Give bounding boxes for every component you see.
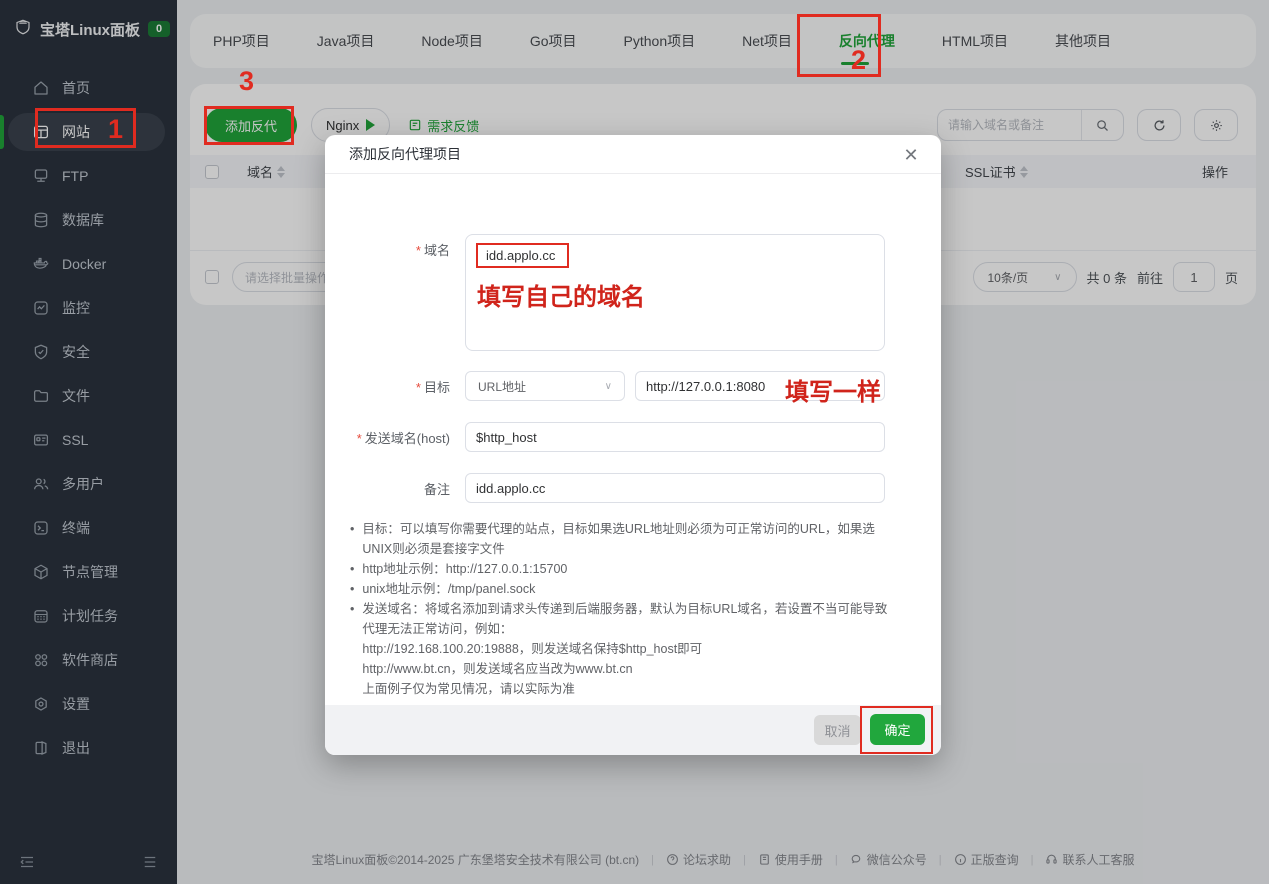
annotation-domain-note: 填写自己的域名 bbox=[477, 277, 645, 312]
help-item: •http地址示例：http://127.0.0.1:15700 bbox=[350, 559, 895, 579]
domain-value-annotated: idd.applo.cc bbox=[476, 243, 569, 268]
target-field-label: *目标 bbox=[325, 377, 450, 396]
modal-body: *域名 idd.applo.cc 填写自己的域名 *目标 URL地址 ∨ 填写一… bbox=[325, 174, 941, 605]
help-item: •目标：可以填写你需要代理的站点，目标如果选URL地址则必须为可正常访问的URL… bbox=[350, 519, 895, 559]
modal-footer: 取消 确定 bbox=[325, 705, 941, 755]
send-host-field-label: *发送域名(host) bbox=[325, 428, 450, 447]
remark-field-label: 备注 bbox=[325, 479, 450, 498]
annotation-target-note: 填写一样 bbox=[785, 372, 881, 407]
help-item: •发送域名：将域名添加到请求头传递到后端服务器，默认为目标URL域名，若设置不当… bbox=[350, 599, 895, 699]
send-host-input[interactable] bbox=[465, 422, 885, 452]
modal-header: 添加反向代理项目 ✕ bbox=[325, 135, 941, 174]
cancel-button[interactable]: 取消 bbox=[814, 715, 861, 745]
modal-title: 添加反向代理项目 bbox=[349, 144, 461, 164]
target-type-select[interactable]: URL地址 ∨ bbox=[465, 371, 625, 401]
close-icon[interactable]: ✕ bbox=[899, 143, 923, 167]
help-list: •目标：可以填写你需要代理的站点，目标如果选URL地址则必须为可正常访问的URL… bbox=[350, 519, 895, 699]
baota-panel: 宝塔Linux面板 0 首页 网站 FTP 数据库 bbox=[0, 0, 1269, 884]
add-reverse-proxy-modal: 添加反向代理项目 ✕ *域名 idd.applo.cc 填写自己的域名 *目标 … bbox=[325, 135, 941, 755]
confirm-button[interactable]: 确定 bbox=[870, 714, 925, 745]
chevron-down-icon: ∨ bbox=[605, 381, 612, 392]
help-item: •unix地址示例：/tmp/panel.sock bbox=[350, 579, 895, 599]
domain-field-label: *域名 bbox=[325, 240, 450, 259]
remark-input[interactable] bbox=[465, 473, 885, 503]
